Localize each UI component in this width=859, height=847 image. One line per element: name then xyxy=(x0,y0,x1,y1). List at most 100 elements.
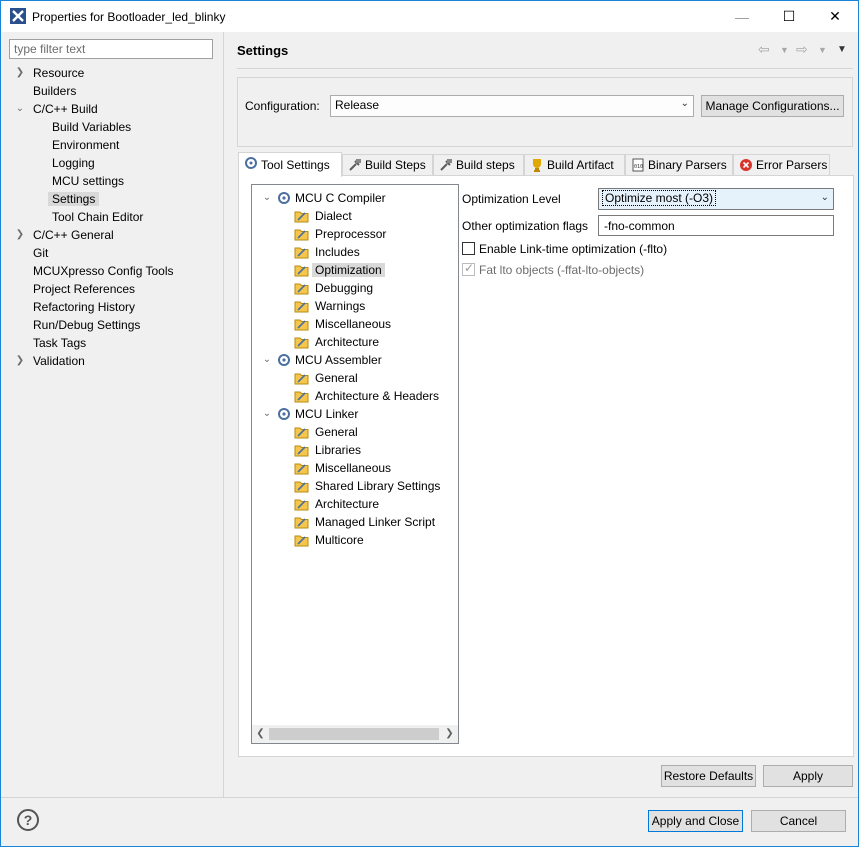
tool-tree-item[interactable]: Architecture xyxy=(294,333,382,351)
restore-defaults-button[interactable]: Restore Defaults xyxy=(661,765,756,787)
cancel-button[interactable]: Cancel xyxy=(751,810,846,832)
horizontal-scrollbar[interactable]: ❮ ❯ xyxy=(252,725,458,743)
chevron-down-icon[interactable]: ⌄ xyxy=(262,405,272,423)
nav-item-mcuxpresso-config-tools[interactable]: MCUXpresso Config Tools xyxy=(29,262,178,280)
nav-item-builders[interactable]: Builders xyxy=(29,82,80,100)
tool-tree-label: Includes xyxy=(315,245,360,259)
tool-tree-item[interactable]: Architecture xyxy=(294,495,382,513)
filter-input[interactable] xyxy=(9,39,213,59)
tab-build-steps[interactable]: Build Steps xyxy=(342,154,433,176)
tool-tree-label: Multicore xyxy=(315,533,364,547)
options-folder-icon xyxy=(294,463,309,475)
help-icon[interactable]: ? xyxy=(17,809,39,831)
back-arrow-icon[interactable]: ⇦ xyxy=(758,41,770,59)
tool-tree-item[interactable]: Multicore xyxy=(294,531,367,549)
tool-tree-item[interactable]: Miscellaneous xyxy=(294,315,394,333)
tool-tree-label: Debugging xyxy=(315,281,374,295)
tool-tree-label: Optimization xyxy=(312,263,385,277)
tool-tree-group[interactable]: ⌄ MCU Linker xyxy=(262,405,361,423)
tool-tree-item[interactable]: Libraries xyxy=(294,441,364,459)
back-dropdown-icon[interactable]: ▼ xyxy=(780,45,789,63)
options-folder-icon xyxy=(294,229,309,241)
chevron-down-icon[interactable]: ⌄ xyxy=(262,351,272,369)
tool-tree-label: General xyxy=(315,371,358,385)
chevron-right-icon[interactable]: ❯ xyxy=(15,352,25,370)
tool-tree-item[interactable]: Managed Linker Script xyxy=(294,513,438,531)
nav-item-mcu-settings[interactable]: MCU settings xyxy=(48,172,128,190)
window-title: Properties for Bootloader_led_blinky xyxy=(32,10,226,24)
nav-item-environment[interactable]: Environment xyxy=(48,136,123,154)
tool-tree-item[interactable]: Shared Library Settings xyxy=(294,477,443,495)
tool-tree-item[interactable]: General xyxy=(294,369,361,387)
tool-tree-item[interactable]: Miscellaneous xyxy=(294,459,394,477)
maximize-button[interactable]: ☐ xyxy=(766,1,812,32)
close-button[interactable]: ✕ xyxy=(812,1,858,32)
tab-error-parsers[interactable]: Error Parsers xyxy=(733,154,830,176)
svg-text:010: 010 xyxy=(634,164,643,170)
forward-dropdown-icon[interactable]: ▼ xyxy=(818,45,827,63)
tool-tree-label: Architecture & Headers xyxy=(315,389,440,403)
scroll-left-icon[interactable]: ❮ xyxy=(252,725,269,743)
nav-item-refactoring-history[interactable]: Refactoring History xyxy=(29,298,139,316)
tab-build-steps-2[interactable]: Build steps xyxy=(433,154,524,176)
view-menu-icon[interactable]: ▼ xyxy=(837,44,847,62)
tab-binary-parsers[interactable]: 010 Binary Parsers xyxy=(625,154,733,176)
other-flags-input[interactable] xyxy=(598,215,834,236)
nav-item-logging[interactable]: Logging xyxy=(48,154,99,172)
tool-tree-item[interactable]: Includes xyxy=(294,243,363,261)
tool-tree-item[interactable]: Warnings xyxy=(294,297,368,315)
tool-tree-group[interactable]: ⌄ MCU C Compiler xyxy=(262,189,389,207)
optimization-level-label: Optimization Level xyxy=(462,192,561,206)
tool-tree-item[interactable]: Architecture & Headers xyxy=(294,387,442,405)
scrollbar-thumb[interactable] xyxy=(269,728,439,740)
tool-tree-item[interactable]: Optimization xyxy=(294,261,385,279)
chevron-down-icon[interactable]: ⌄ xyxy=(15,100,25,118)
tool-settings-tree[interactable]: ⌄ MCU C Compiler Dialect Preprocessor Includ… xyxy=(251,184,459,744)
tool-settings-icon xyxy=(245,157,257,169)
footer-divider xyxy=(1,797,858,798)
options-folder-icon xyxy=(294,535,309,547)
nav-item-task-tags[interactable]: Task Tags xyxy=(29,334,90,352)
configuration-select[interactable]: Release ⌄ xyxy=(330,95,694,117)
apply-and-close-button[interactable]: Apply and Close xyxy=(648,810,743,832)
tool-tree-item[interactable]: Debugging xyxy=(294,279,376,297)
tool-tree-item[interactable]: Preprocessor xyxy=(294,225,389,243)
tool-tree-label: Shared Library Settings xyxy=(315,479,441,493)
tool-tree-group[interactable]: ⌄ MCU Assembler xyxy=(262,351,385,369)
nav-item-validation[interactable]: ❯ Validation xyxy=(15,352,89,370)
nav-item-run-debug-settings[interactable]: Run/Debug Settings xyxy=(29,316,144,334)
lto-checkbox[interactable] xyxy=(462,242,475,255)
tab-build-artifact[interactable]: Build Artifact xyxy=(524,154,625,176)
tool-tree-item[interactable]: General xyxy=(294,423,361,441)
tool-tree-item[interactable]: Dialect xyxy=(294,207,355,225)
chevron-right-icon[interactable]: ❯ xyxy=(15,226,25,244)
optimization-level-select[interactable]: Optimize most (-O3) ⌄ xyxy=(598,188,834,210)
chevron-right-icon[interactable]: ❯ xyxy=(15,64,25,82)
apply-button[interactable]: Apply xyxy=(763,765,853,787)
forward-arrow-icon[interactable]: ⇨ xyxy=(796,41,808,59)
manage-configurations-button[interactable]: Manage Configurations... xyxy=(701,95,844,117)
build-steps-icon xyxy=(349,159,361,171)
pane-divider[interactable] xyxy=(223,32,224,797)
tool-tree-label: MCU Linker xyxy=(295,407,359,421)
options-folder-icon xyxy=(294,517,309,529)
build-steps-icon xyxy=(440,159,452,171)
nav-item-cpp-build[interactable]: ⌄ C/C++ Build xyxy=(15,100,102,118)
fat-lto-label: Fat lto objects (-ffat-lto-objects) xyxy=(479,263,645,277)
nav-item-cpp-general[interactable]: ❯ C/C++ General xyxy=(15,226,118,244)
scroll-right-icon[interactable]: ❯ xyxy=(441,725,458,743)
nav-item-resource[interactable]: ❯ Resource xyxy=(15,64,88,82)
nav-item-project-references[interactable]: Project References xyxy=(29,280,139,298)
nav-item-tool-chain-editor[interactable]: Tool Chain Editor xyxy=(48,208,147,226)
lto-label: Enable Link-time optimization (-flto) xyxy=(479,242,668,256)
fat-lto-checkbox[interactable]: ✓ xyxy=(462,261,475,276)
nav-item-settings[interactable]: Settings xyxy=(48,190,100,208)
chevron-down-icon[interactable]: ⌄ xyxy=(262,189,272,207)
nav-item-build-variables[interactable]: Build Variables xyxy=(48,118,135,136)
minimize-button[interactable]: — xyxy=(719,1,765,32)
tab-tool-settings[interactable]: Tool Settings xyxy=(238,152,342,177)
title-bar[interactable]: Properties for Bootloader_led_blinky — ☐… xyxy=(1,1,858,32)
options-folder-icon xyxy=(294,391,309,403)
options-folder-icon xyxy=(294,265,309,277)
nav-item-git[interactable]: Git xyxy=(29,244,52,262)
